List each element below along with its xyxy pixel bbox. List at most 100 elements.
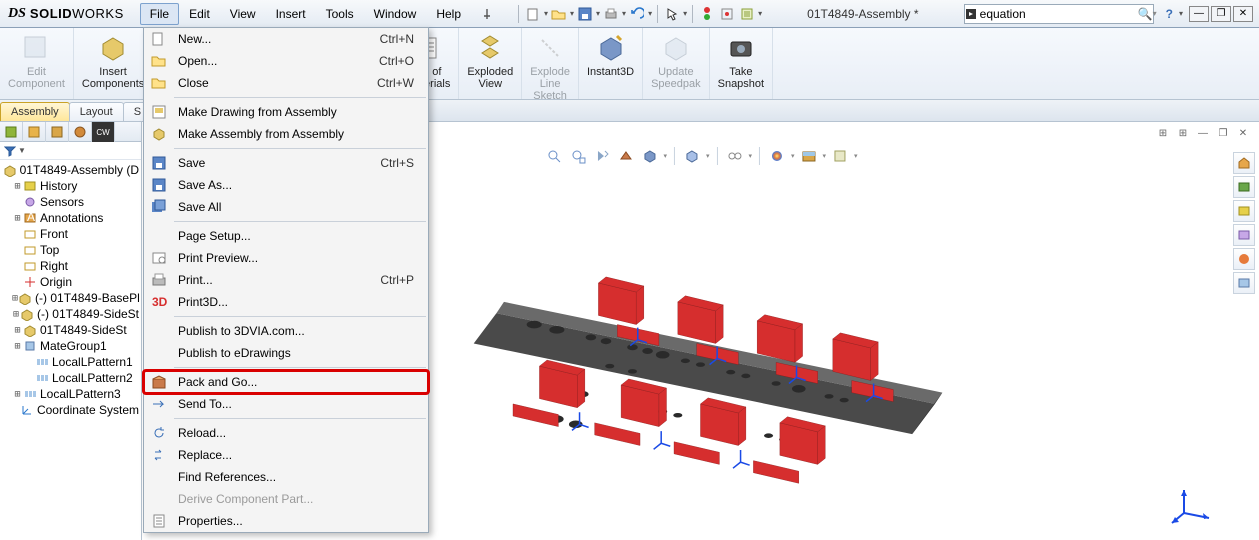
vp-tile1-icon[interactable]: ⊞: [1155, 126, 1171, 140]
tab-assembly[interactable]: Assembly: [0, 102, 70, 121]
menu-item-page-setup[interactable]: Page Setup...: [144, 225, 428, 247]
tree-node[interactable]: Front: [0, 226, 141, 242]
tree-node[interactable]: Sensors: [0, 194, 141, 210]
tree-label: MateGroup1: [40, 339, 107, 353]
menu-item-save[interactable]: SaveCtrl+S: [144, 152, 428, 174]
panel-tab-feature-tree-icon[interactable]: [0, 122, 23, 142]
ribbon-label: ExplodedView: [467, 66, 513, 90]
tree-node[interactable]: ⊞(-) 01T4849-SideSt: [0, 306, 141, 322]
panel-tab-display-icon[interactable]: CW: [92, 122, 115, 142]
tree-label: Front: [40, 227, 68, 241]
help-icon[interactable]: ?: [1160, 7, 1179, 21]
menu-pin-icon[interactable]: [471, 4, 503, 24]
tree-node[interactable]: LocalLPattern2: [0, 370, 141, 386]
qat-undo-icon[interactable]: [628, 5, 646, 23]
tree-twisty[interactable]: ⊞: [12, 325, 23, 336]
qat-save-icon[interactable]: [576, 5, 594, 23]
tree-twisty[interactable]: ⊞: [12, 341, 23, 352]
tree-node[interactable]: Top: [0, 242, 141, 258]
tab-layout[interactable]: Layout: [69, 102, 124, 121]
qat-open-icon[interactable]: [550, 5, 568, 23]
menu-item-send-to[interactable]: Send To...: [144, 393, 428, 415]
menu-item-print-preview[interactable]: Print Preview...: [144, 247, 428, 269]
ribbon-exploded-view[interactable]: ExplodedView: [459, 28, 522, 99]
qat-new-icon[interactable]: [524, 5, 542, 23]
qat-rebuild-icon[interactable]: [718, 5, 736, 23]
menu-edit[interactable]: Edit: [179, 3, 220, 25]
tree-node[interactable]: Coordinate System: [0, 402, 141, 418]
panel-tab-property-icon[interactable]: [23, 122, 46, 142]
tree-node[interactable]: ⊞AAnnotations: [0, 210, 141, 226]
menu-item-make-assembly-from-assembly[interactable]: Make Assembly from Assembly: [144, 123, 428, 145]
tree-node[interactable]: Origin: [0, 274, 141, 290]
filter-row[interactable]: ▼: [0, 142, 141, 160]
tree-twisty[interactable]: ⊞: [12, 213, 23, 224]
search-run-icon[interactable]: [965, 8, 977, 20]
tree-node[interactable]: 01T4849-Assembly (D: [0, 162, 141, 178]
menu-view[interactable]: View: [220, 3, 266, 25]
menu-item-pack-and-go[interactable]: Pack and Go...: [144, 371, 428, 393]
qat-select-icon[interactable]: [663, 5, 681, 23]
ribbon-snapshot[interactable]: TakeSnapshot: [710, 28, 773, 99]
menu-item-save-as[interactable]: Save As...: [144, 174, 428, 196]
menu-item-publish-to-3dvia-com[interactable]: Publish to 3DVIA.com...: [144, 320, 428, 342]
menu-insert[interactable]: Insert: [266, 3, 316, 25]
tree-node[interactable]: ⊞ MateGroup1: [0, 338, 141, 354]
tree-twisty[interactable]: ⊞: [12, 309, 20, 320]
tree-label: Top: [40, 243, 59, 257]
panel-tab-dimxpert-icon[interactable]: [69, 122, 92, 142]
qat-traffic-icon[interactable]: [698, 5, 716, 23]
menu-item-label: Open...: [176, 54, 379, 68]
view-triad[interactable]: [1169, 478, 1219, 528]
filter-dropdown[interactable]: ▼: [18, 146, 26, 155]
tree-node[interactable]: LocalLPattern1: [0, 354, 141, 370]
reload-icon: [148, 424, 170, 442]
maximize-button[interactable]: ❐: [1211, 6, 1231, 22]
menu-item-print3d[interactable]: 3DPrint3D...: [144, 291, 428, 313]
ribbon-label: TakeSnapshot: [718, 66, 764, 90]
menu-window[interactable]: Window: [364, 3, 427, 25]
tree-node[interactable]: ⊞(-) 01T4849-BasePl: [0, 290, 141, 306]
ribbon-instant3d[interactable]: Instant3D: [579, 28, 643, 99]
vp-maximize-icon[interactable]: ❐: [1215, 126, 1231, 140]
logo-solid: SOLID: [30, 6, 72, 21]
close-button[interactable]: ✕: [1233, 6, 1253, 22]
panel-tab-config-icon[interactable]: [46, 122, 69, 142]
minimize-button[interactable]: —: [1189, 6, 1209, 22]
menu-item-replace[interactable]: Replace...: [144, 444, 428, 466]
tree-node[interactable]: ⊞01T4849-SideSt: [0, 322, 141, 338]
tree-twisty[interactable]: ⊞: [12, 181, 23, 192]
tree-node[interactable]: ⊞LocalLPattern3: [0, 386, 141, 402]
menu-item-new[interactable]: New...Ctrl+N: [144, 28, 428, 50]
titlebar: DS SOLID WORKS File Edit View Insert Too…: [0, 0, 1259, 28]
qat-print-icon[interactable]: [602, 5, 620, 23]
tree-node[interactable]: Right: [0, 258, 141, 274]
tree-twisty[interactable]: ⊞: [12, 389, 23, 400]
menu-item-close[interactable]: CloseCtrl+W: [144, 72, 428, 94]
menu-file[interactable]: File: [140, 3, 179, 25]
vp-close-icon[interactable]: ✕: [1235, 126, 1251, 140]
tree-label: 01T4849-Assembly (D: [20, 163, 139, 177]
menu-item-open[interactable]: Open...Ctrl+O: [144, 50, 428, 72]
menu-item-find-references[interactable]: Find References...: [144, 466, 428, 488]
search-box[interactable]: 🔍 ▾: [964, 4, 1154, 24]
menu-item-save-all[interactable]: Save All: [144, 196, 428, 218]
tree-node[interactable]: ⊞History: [0, 178, 141, 194]
vp-minimize-icon[interactable]: —: [1195, 126, 1211, 140]
menu-item-reload[interactable]: Reload...: [144, 422, 428, 444]
menu-item-make-drawing-from-assembly[interactable]: Make Drawing from Assembly: [144, 101, 428, 123]
search-input[interactable]: [977, 7, 1138, 21]
menu-help[interactable]: Help: [426, 3, 471, 25]
vp-tile2-icon[interactable]: ⊞: [1175, 126, 1191, 140]
print-icon: [148, 271, 170, 289]
menu-tools[interactable]: Tools: [316, 3, 364, 25]
tree-part-icon: [23, 323, 37, 337]
menu-item-publish-to-edrawings[interactable]: Publish to eDrawings: [144, 342, 428, 364]
menu-item-properties[interactable]: Properties...: [144, 510, 428, 532]
search-icon[interactable]: 🔍: [1138, 7, 1153, 21]
qat-options-icon[interactable]: [738, 5, 756, 23]
menu-item-print[interactable]: Print...Ctrl+P: [144, 269, 428, 291]
ribbon-insert-components[interactable]: InsertComponents: [74, 28, 153, 99]
replace-icon: [148, 446, 170, 464]
tree-origin-icon: [23, 275, 37, 289]
